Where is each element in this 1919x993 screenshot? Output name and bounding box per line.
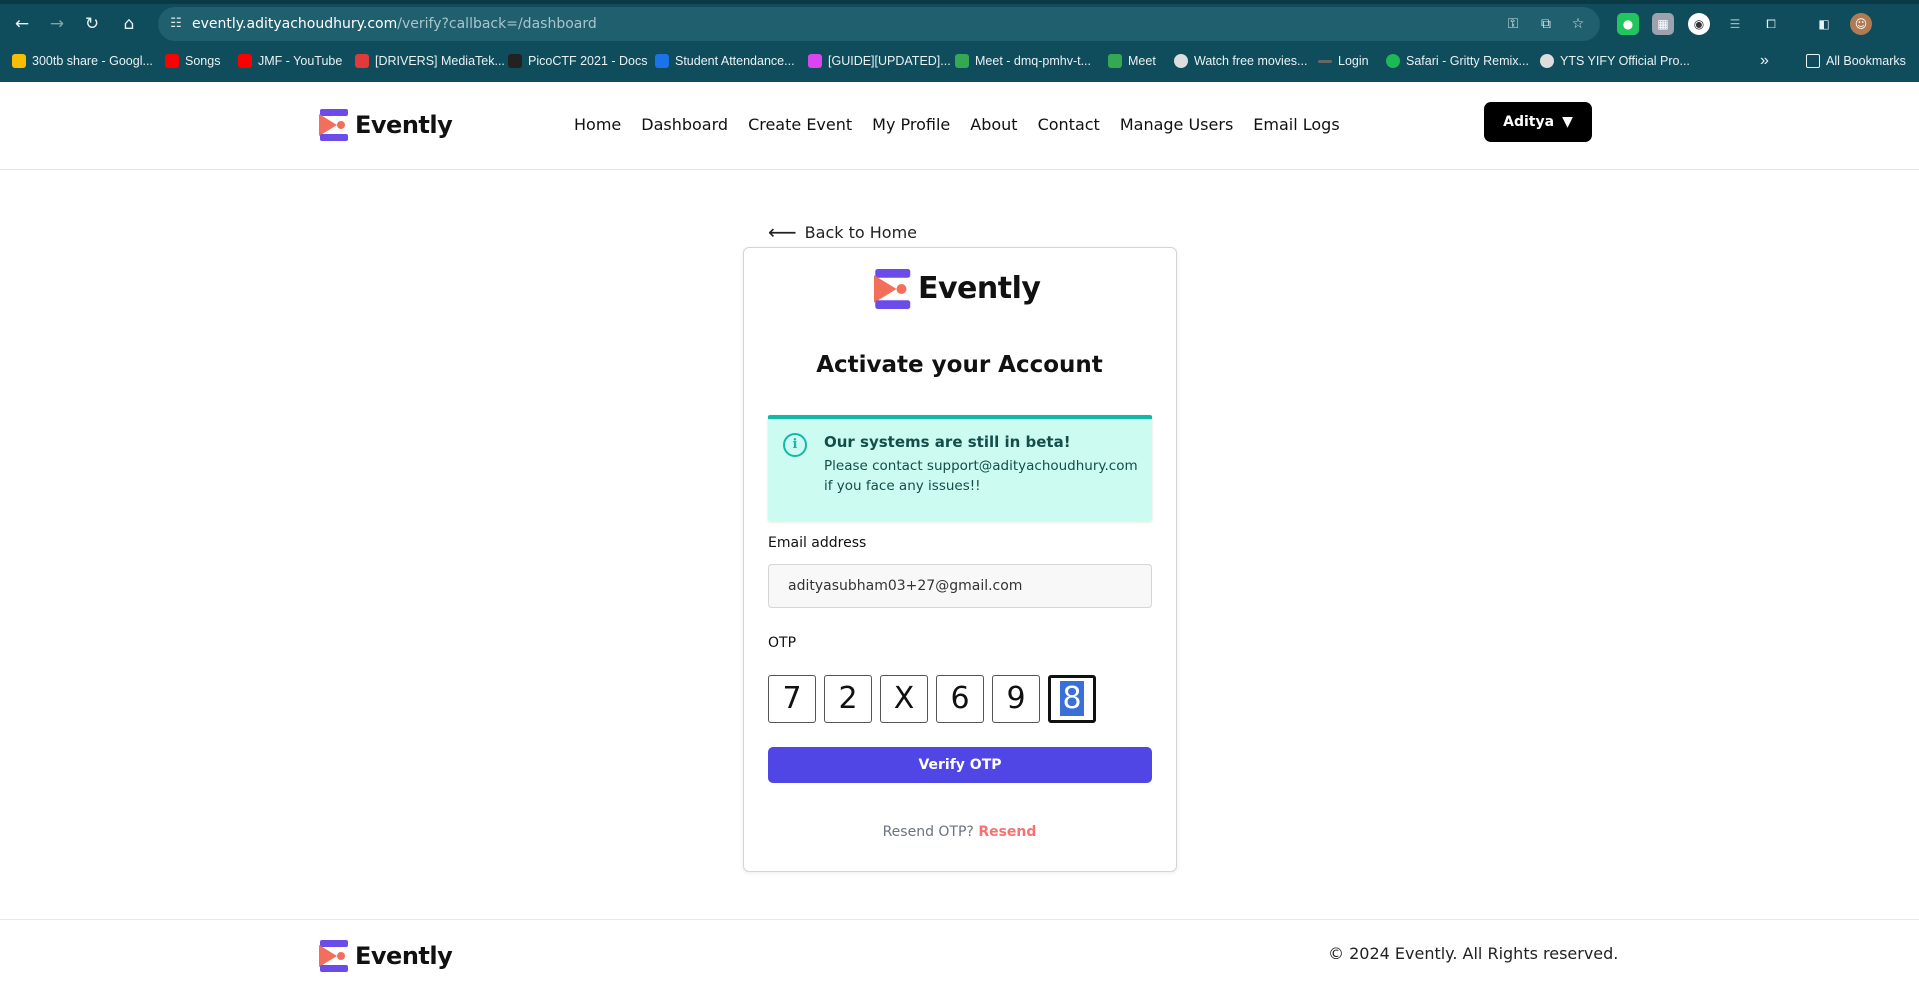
reload-icon[interactable]: ↻ (80, 12, 104, 36)
extension-gray-icon[interactable]: ▦ (1652, 13, 1674, 35)
otp-digit-5[interactable]: 9 (992, 675, 1040, 723)
nav-manage-users[interactable]: Manage Users (1120, 115, 1233, 134)
info-icon: i (783, 433, 807, 457)
bookmark-item[interactable]: Meet - dmq-pmhv-t... (955, 48, 1091, 74)
meet-icon (955, 54, 969, 68)
extension-profile-icon[interactable]: ◉ (1688, 13, 1710, 35)
youtube-icon (238, 54, 252, 68)
page-title: Activate your Account (816, 352, 1103, 378)
otp-digit-2[interactable]: 2 (824, 675, 872, 723)
side-panel-icon[interactable]: ◧ (1813, 13, 1835, 35)
email-label: Email address (768, 535, 867, 551)
bookmark-item[interactable]: Songs (165, 48, 220, 74)
evently-logo-icon (874, 268, 912, 309)
bookmark-item[interactable]: Watch free movies... (1174, 48, 1307, 74)
bookmark-item[interactable]: Safari - Gritty Remix... (1386, 48, 1529, 74)
sap-icon (655, 54, 669, 68)
extensions-puzzle-icon[interactable]: ⧠ (1760, 13, 1782, 35)
footer-brand-name: Evently (355, 942, 453, 970)
bookmark-item[interactable]: YTS YIFY Official Pro... (1540, 48, 1690, 74)
youtube-icon (165, 54, 179, 68)
globe-icon (1174, 54, 1188, 68)
docs-icon (508, 54, 522, 68)
browser-chrome: ← → ↻ ⌂ ☷ evently.adityachoudhury.com/ve… (0, 0, 1919, 82)
header-logo[interactable]: Evently (319, 109, 453, 141)
xda-icon (355, 54, 369, 68)
home-icon[interactable]: ⌂ (117, 12, 141, 36)
tab-strip (0, 0, 1919, 4)
spotify-icon (1386, 54, 1400, 68)
bookmark-item[interactable]: Student Attendance... (655, 48, 795, 74)
beta-alert: i Our systems are still in beta! Please … (768, 415, 1152, 521)
bookmark-item[interactable]: [DRIVERS] MediaTek... (355, 48, 505, 74)
copyright-text: © 2024 Evently. All Rights reserved. (1328, 944, 1619, 963)
open-in-app-icon[interactable]: ⧉ (1536, 14, 1556, 34)
password-key-icon[interactable]: ⚿ (1503, 14, 1523, 34)
caret-down-icon: ▼ (1562, 114, 1573, 130)
resend-row: Resend OTP? Resend (0, 824, 1919, 840)
url-path: /verify?callback=/dashboard (397, 16, 597, 32)
nav-dashboard[interactable]: Dashboard (641, 115, 728, 134)
nav-contact[interactable]: Contact (1038, 115, 1100, 134)
otp-digit-6-selected: 8 (1060, 681, 1084, 716)
nav-my-profile[interactable]: My Profile (872, 115, 950, 134)
reading-list-icon[interactable]: ☰ (1724, 13, 1746, 35)
main-nav: Home Dashboard Create Event My Profile A… (574, 115, 1360, 134)
user-name: Aditya (1503, 114, 1555, 130)
url-host: evently.adityachoudhury.com (192, 16, 398, 32)
all-bookmarks-button[interactable]: All Bookmarks (1806, 48, 1906, 74)
forward-icon[interactable]: → (45, 12, 69, 36)
bookmark-item[interactable]: Meet (1108, 48, 1156, 74)
resend-prompt: Resend OTP? (882, 824, 974, 840)
resend-link[interactable]: Resend (978, 824, 1036, 840)
nav-email-logs[interactable]: Email Logs (1253, 115, 1339, 134)
nav-create-event[interactable]: Create Event (748, 115, 852, 134)
otp-digit-1[interactable]: 7 (768, 675, 816, 723)
nav-about[interactable]: About (970, 115, 1017, 134)
user-menu-button[interactable]: Aditya ▼ (1484, 102, 1592, 142)
back-label: Back to Home (804, 222, 917, 242)
nav-home[interactable]: Home (574, 115, 621, 134)
evently-logo-icon (319, 109, 349, 141)
otp-label: OTP (768, 635, 797, 651)
email-field[interactable]: adityasubham03+27@gmail.com (768, 564, 1152, 608)
brand-name: Evently (355, 111, 453, 139)
alert-body: Please contact support@adityachoudhury.c… (824, 458, 1138, 494)
bookmark-star-icon[interactable]: ☆ (1568, 14, 1588, 34)
more-bookmarks-icon[interactable]: » (1760, 48, 1769, 74)
arrow-left-icon: ⟵ (768, 220, 797, 244)
evently-logo-icon (319, 940, 349, 972)
otp-digit-4[interactable]: 6 (936, 675, 984, 723)
bookmarks-bar: 300tb share - Googl... Songs JMF - YouTu… (0, 48, 1919, 74)
bookmark-item[interactable]: JMF - YouTube (238, 48, 342, 74)
back-icon[interactable]: ← (10, 12, 34, 36)
bookmark-item[interactable]: 300tb share - Googl... (12, 48, 153, 74)
back-to-home-link[interactable]: ⟵ Back to Home (768, 220, 917, 244)
bookmark-item[interactable]: PicoCTF 2021 - Docs (508, 48, 647, 74)
drive-icon (12, 54, 26, 68)
card-logo: Evently (874, 268, 1041, 309)
folder-icon (1806, 54, 1820, 68)
url-text[interactable]: evently.adityachoudhury.com/verify?callb… (192, 14, 597, 34)
card-brand-name: Evently (918, 271, 1041, 306)
globe-icon (1540, 54, 1554, 68)
footer-logo[interactable]: Evently (319, 940, 453, 972)
verify-otp-button[interactable]: Verify OTP (768, 747, 1152, 783)
alert-title: Our systems are still in beta! (824, 433, 1071, 451)
site-settings-icon[interactable]: ☷ (166, 14, 186, 34)
otp-digit-3[interactable]: X (880, 675, 928, 723)
meet-icon (1108, 54, 1122, 68)
otp-digit-6[interactable]: 8 (1048, 675, 1096, 723)
guide-icon (808, 54, 822, 68)
login-icon (1318, 59, 1332, 63)
bookmark-item[interactable]: Login (1318, 48, 1369, 74)
bookmark-item[interactable]: [GUIDE][UPDATED]... (808, 48, 951, 74)
extension-green-icon[interactable]: ● (1617, 13, 1639, 35)
site-footer (0, 919, 1919, 993)
profile-avatar-icon[interactable]: ☺ (1850, 13, 1872, 35)
